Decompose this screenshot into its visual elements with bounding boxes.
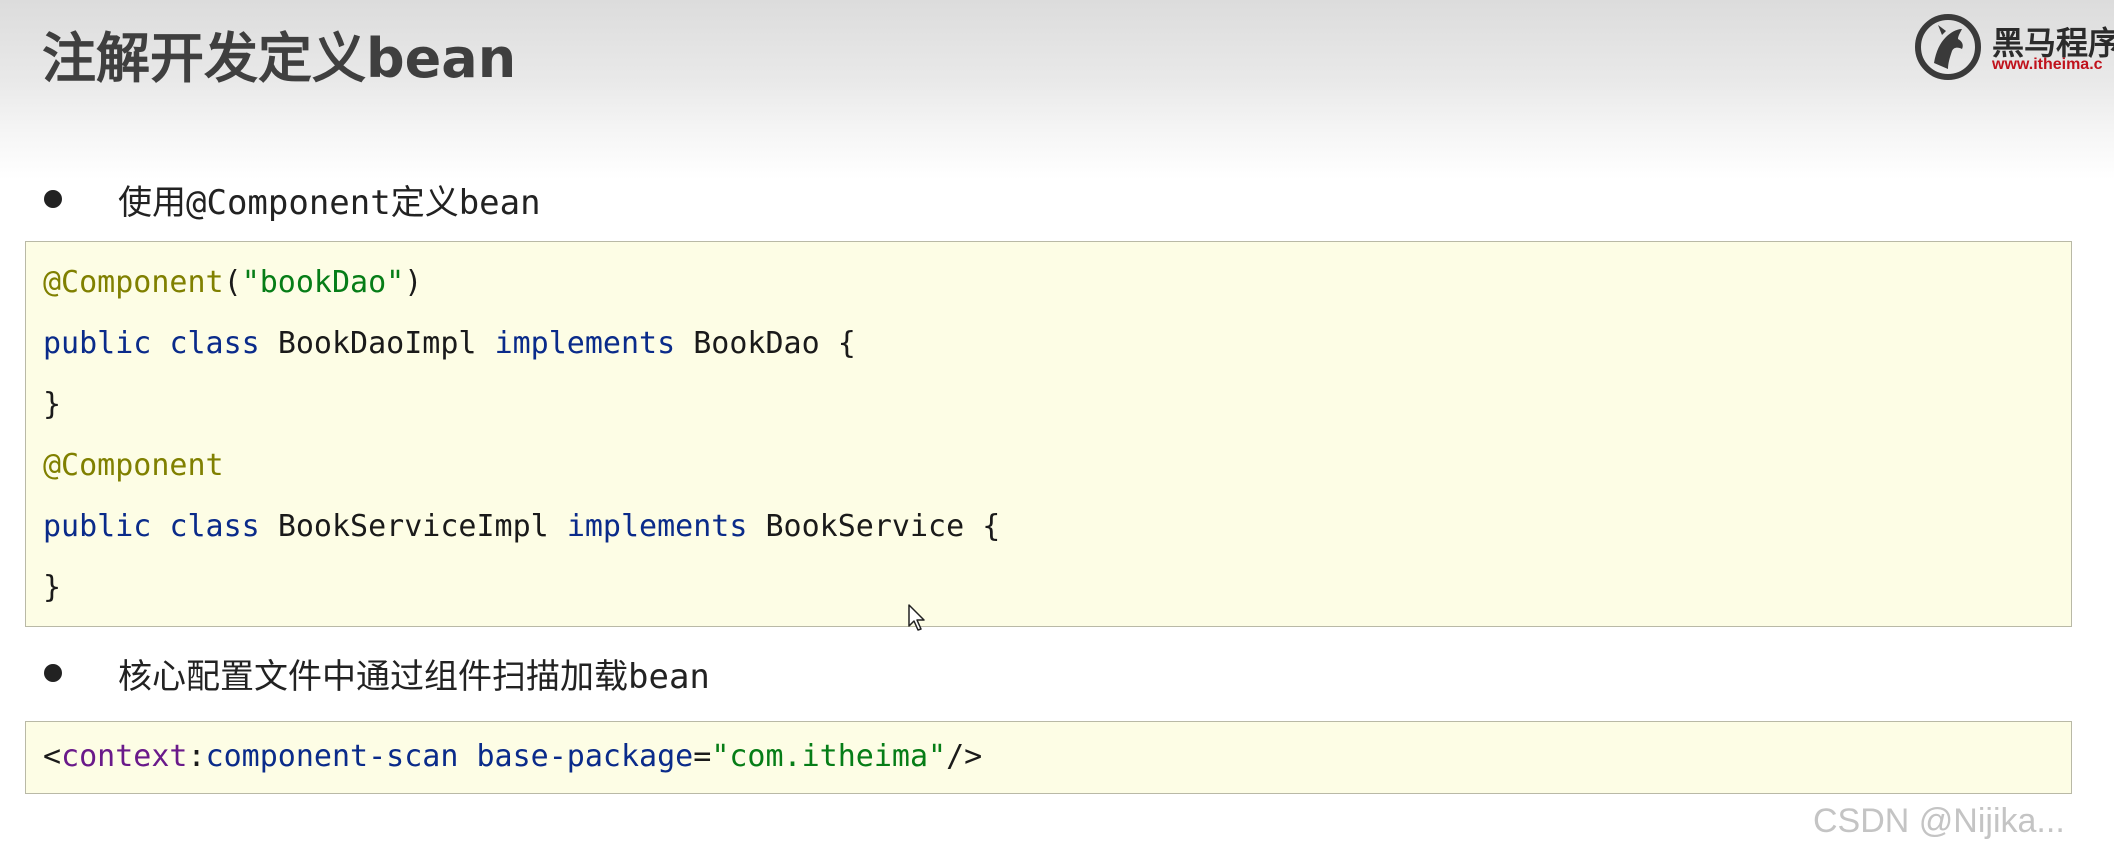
code-brace: }	[43, 387, 62, 422]
code-keyword: class	[169, 509, 260, 544]
code-line-xml: <context:component-scan base-package="co…	[43, 737, 982, 777]
code-line-1: @Component("bookDao")	[43, 263, 422, 303]
code-line-4: @Component	[43, 446, 224, 486]
code-string: "bookDao"	[241, 265, 405, 300]
bullet-dot-icon	[44, 664, 62, 682]
code-keyword: public	[43, 509, 152, 544]
code-brace: }	[43, 570, 62, 605]
bullet-item-component: 使用@Component定义bean	[40, 174, 541, 224]
code-interface-name: BookService	[765, 509, 965, 544]
code-annotation: @Component	[43, 265, 224, 300]
logo-url: www.itheima.c	[1992, 56, 2103, 73]
code-keyword: implements	[566, 509, 748, 544]
code-colon: :	[187, 739, 206, 774]
bullet-dot-icon	[44, 190, 62, 208]
bullet-text: 使用@Component定义bean	[118, 182, 541, 223]
brand-logo: 黑马程序 www.itheima.c	[1908, 10, 2114, 84]
bullet-item-scan: 核心配置文件中通过组件扫描加载bean	[40, 648, 710, 698]
code-annotation: @Component	[43, 448, 224, 483]
code-angle-bracket: <	[43, 739, 62, 774]
code-block-component: @Component("bookDao") public class BookD…	[25, 241, 2072, 627]
code-line-2: public class BookDaoImpl implements Book…	[43, 324, 856, 364]
code-class-name: BookServiceImpl	[277, 509, 549, 544]
code-paren-open: (	[223, 265, 242, 300]
code-class-name: BookDaoImpl	[277, 326, 477, 361]
code-block-component-scan: <context:component-scan base-package="co…	[25, 721, 2072, 794]
code-line-3: }	[43, 385, 61, 425]
horse-head-icon	[1912, 13, 1986, 84]
code-xml-attribute: base-package	[476, 739, 694, 774]
code-equals: =	[693, 739, 712, 774]
code-xml-value: "com.itheima"	[711, 739, 947, 774]
code-keyword: public	[43, 326, 152, 361]
code-keyword: class	[169, 326, 260, 361]
code-interface-name: BookDao	[693, 326, 820, 361]
code-xml-namespace: context	[61, 739, 188, 774]
code-xml-tag: component-scan	[205, 739, 459, 774]
code-line-6: }	[43, 568, 61, 608]
code-brace: {	[837, 326, 856, 361]
code-tag-end: />	[946, 739, 983, 774]
code-keyword: implements	[494, 326, 676, 361]
code-paren-close: )	[404, 265, 423, 300]
code-brace: {	[982, 509, 1001, 544]
slide-title: 注解开发定义bean	[42, 27, 517, 90]
code-line-5: public class BookServiceImpl implements …	[43, 507, 1000, 547]
watermark: CSDN @Nijika...	[1813, 802, 2065, 840]
mouse-pointer-icon	[908, 604, 926, 636]
bullet-text: 核心配置文件中通过组件扫描加载bean	[118, 656, 710, 697]
